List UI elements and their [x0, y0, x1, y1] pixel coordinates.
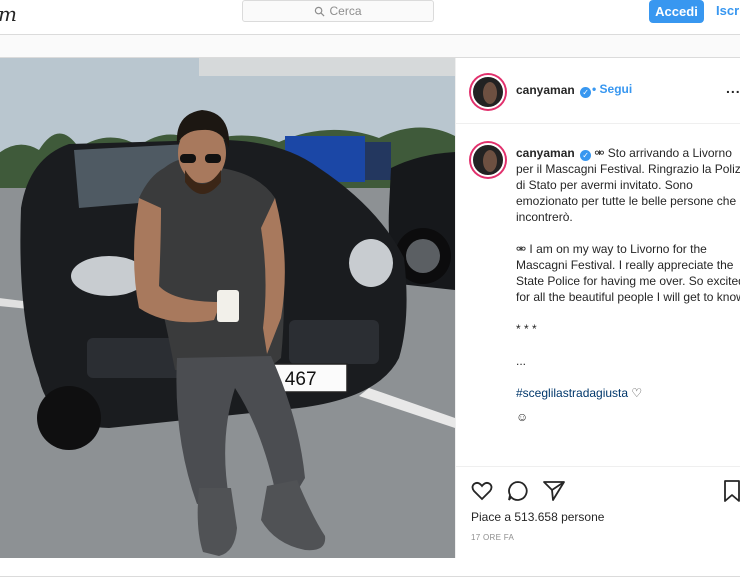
search-icon	[315, 6, 325, 17]
infinity-icon: ⚮	[594, 146, 605, 160]
heart-outline-emoji-icon: ♡	[631, 386, 643, 400]
username-text: canyaman	[516, 83, 575, 97]
follow-button[interactable]: • Segui	[592, 82, 632, 96]
instagram-logo[interactable]: m	[0, 2, 17, 26]
hashtag-link[interactable]: #sceglilastradagiusta	[516, 386, 628, 400]
more-options-button[interactable]: ...	[726, 80, 740, 96]
search-placeholder: Cerca	[329, 4, 362, 18]
post-card: B A 467 canyaman ✓ • Segui ... canyaman …	[0, 57, 740, 577]
caption-dots: ...	[516, 354, 527, 368]
post-side-panel: canyaman ✓ • Segui ... canyaman ✓ ⚮ Sto …	[455, 58, 740, 558]
comment-icon[interactable]	[506, 479, 530, 503]
avatar[interactable]	[471, 75, 505, 109]
follow-label: Segui	[599, 82, 633, 96]
verified-icon: ✓	[580, 87, 592, 98]
likes-count[interactable]: Piace a 513.658 persone	[471, 510, 604, 524]
infinity-icon: ⚮	[516, 242, 527, 256]
emoji-icon: ☺	[516, 410, 529, 424]
post-actions: Piace a 513.658 persone 17 ORE FA	[456, 466, 740, 558]
post-header: canyaman ✓ • Segui ...	[456, 58, 740, 124]
post-timestamp: 17 ORE FA	[471, 533, 515, 542]
login-button[interactable]: Accedi	[649, 0, 704, 23]
caption-avatar[interactable]	[471, 143, 505, 177]
top-navigation-bar: m Cerca Accedi Iscriviti	[0, 0, 740, 35]
caption-stars: * * *	[516, 322, 537, 336]
bookmark-icon[interactable]	[720, 479, 740, 503]
post-username[interactable]: canyaman ✓	[516, 83, 592, 98]
verified-icon: ✓	[580, 150, 592, 161]
share-icon[interactable]	[542, 479, 566, 503]
caption-username[interactable]: canyaman	[516, 146, 575, 160]
post-photo[interactable]: B A 467	[0, 58, 455, 558]
caption-english: I am on my way to Livorno for the Mascag…	[516, 242, 740, 304]
search-input[interactable]: Cerca	[242, 0, 434, 22]
heart-icon[interactable]	[470, 479, 494, 503]
signup-link[interactable]: Iscriviti	[716, 3, 740, 18]
photo-scene: B A 467	[0, 58, 455, 558]
post-caption: canyaman ✓ ⚮ Sto arrivando a Livorno per…	[516, 145, 740, 441]
